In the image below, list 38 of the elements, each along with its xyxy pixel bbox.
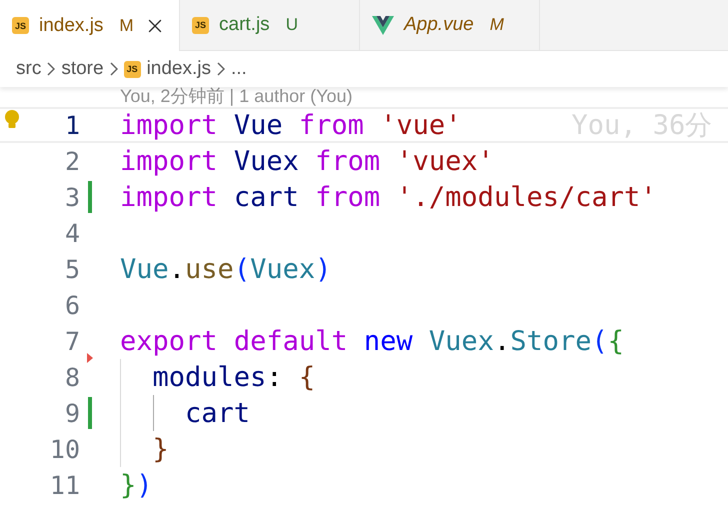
line-number: 3 [64,182,80,212]
line-number: 2 [64,146,80,176]
line-number: 7 [64,326,80,356]
line-number: 8 [64,362,80,392]
line-number: 5 [64,254,80,284]
editor-tab[interactable]: JS index.js M [0,0,180,51]
git-status-label: M [119,16,134,36]
line-number: 1 [64,110,80,140]
js-file-icon: JS [192,16,209,34]
breadcrumb-item[interactable]: store [61,58,104,80]
code-line: import cart from './modules/cart' [120,181,656,213]
line-number: 10 [48,434,80,464]
line-number: 4 [64,218,80,248]
breadcrumb-item[interactable]: index.js [146,58,211,80]
breadcrumb-item[interactable]: ... [231,58,247,80]
line-number: 11 [48,470,80,500]
code-line: export default new Vuex.Store({ [120,325,624,357]
line-number: 9 [64,398,80,428]
chevron-right-icon [47,62,56,76]
code-line: cart [120,397,250,429]
line-number: 6 [64,290,80,320]
tab-label: App.vue [404,14,474,36]
js-file-icon: JS [124,60,141,78]
tab-label: cart.js [219,14,270,36]
chevron-right-icon [217,62,225,76]
git-status-label: U [286,15,298,35]
code-line: Vue.use(Vuex) [120,253,332,285]
breadcrumb-item[interactable]: src [16,58,42,80]
chevron-right-icon [110,62,118,76]
tab-label: index.js [39,14,104,36]
code-line: import Vue from 'vue' [120,109,462,141]
code-line: modules: { [120,361,316,393]
vue-file-icon [372,16,394,34]
code-line: } [120,433,169,465]
code-line: }) [120,469,153,501]
code-line: import Vuex from 'vuex' [120,145,494,177]
js-file-icon: JS [12,17,29,34]
git-status-label: M [490,15,504,35]
